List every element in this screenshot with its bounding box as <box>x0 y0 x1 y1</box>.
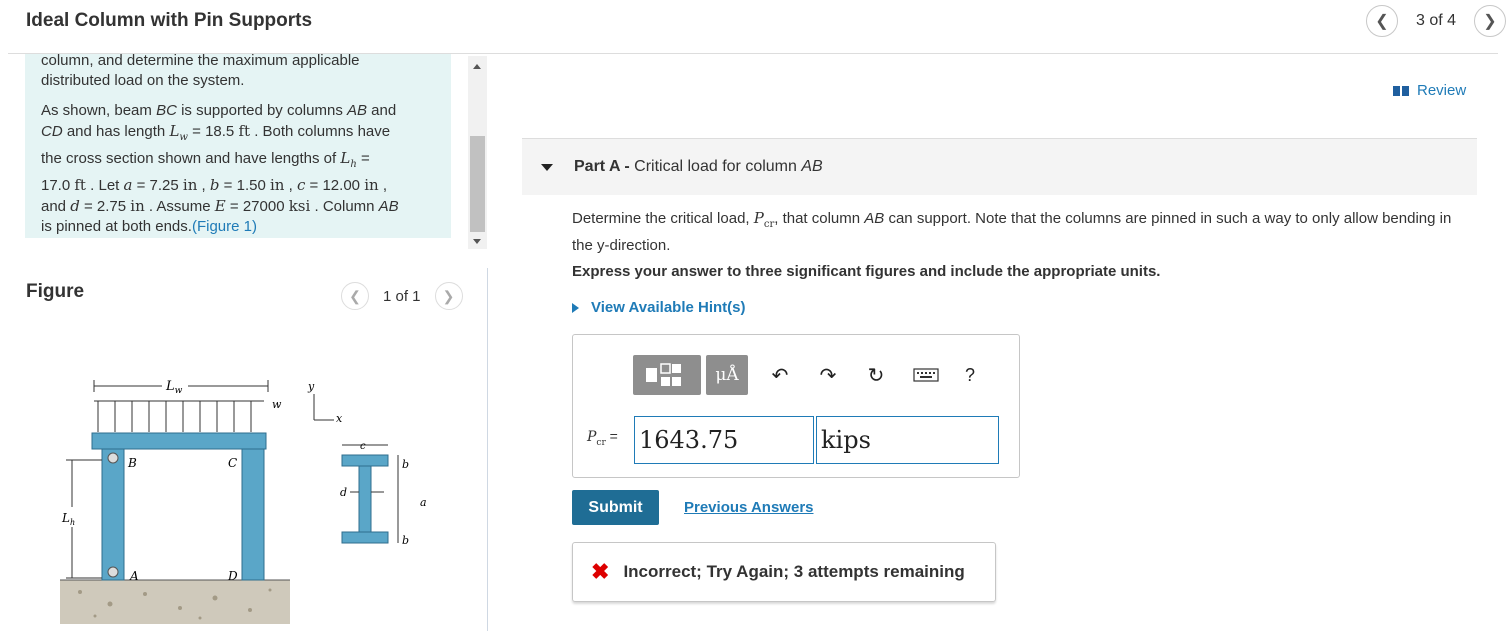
b-dim-label-top: b <box>402 458 409 471</box>
panel-divider <box>487 268 488 631</box>
value-input[interactable]: 1643.75 <box>634 416 814 464</box>
scroll-up-arrow-icon[interactable] <box>473 64 481 69</box>
d-dim-label: d <box>340 486 347 499</box>
column-ab <box>101 448 125 581</box>
submit-button[interactable]: Submit <box>572 490 659 525</box>
pcr-label: Pcr = <box>587 428 618 448</box>
undo-icon[interactable]: ↶ <box>767 362 793 388</box>
view-hints-link[interactable]: View Available Hint(s) <box>572 299 746 316</box>
scroll-down-arrow-icon[interactable] <box>473 239 481 244</box>
y-axis-label: y <box>307 380 315 393</box>
part-a-header[interactable]: Part A - Critical load for column AB <box>522 139 1477 195</box>
point-a-label: A <box>129 569 139 583</box>
column-figure: Lw w y x B C A D Lh c b a b d <box>60 376 427 624</box>
part-a-title: Part A - Critical load for column AB <box>574 158 823 175</box>
figure-page-label: 1 of 1 <box>383 287 421 305</box>
expand-triangle-icon <box>572 302 579 313</box>
prev-figure-button[interactable]: ❮ <box>341 282 369 310</box>
intro-line: distributed load on the system. <box>41 72 245 89</box>
x-axis-label: x <box>336 412 343 425</box>
point-c-label: C <box>228 456 237 470</box>
chevron-left-icon: ❮ <box>349 287 361 304</box>
scrollbar-thumb[interactable] <box>470 136 485 232</box>
answer-input-box: μÅ ↶ ↷ ↻ ? Pcr = 1643.75 kips <box>572 334 1020 478</box>
problem-intro-panel[interactable]: column, and determine the maximum applic… <box>25 54 451 238</box>
figure-pager: ❮ 1 of 1 ❯ <box>341 282 463 310</box>
prev-item-button[interactable]: ❮ <box>1365 5 1398 37</box>
reset-icon[interactable]: ↻ <box>863 362 889 388</box>
review-link[interactable]: Review <box>1393 82 1466 99</box>
beam-bc <box>91 432 267 450</box>
chevron-right-icon: ❯ <box>1483 13 1497 30</box>
question-text: Determine the critical load, Pcr, that c… <box>572 209 1452 254</box>
figure-heading: Figure <box>26 281 85 302</box>
intro-line: column, and determine the maximum applic… <box>41 54 360 69</box>
a-dim-label: a <box>420 496 427 509</box>
help-button[interactable]: ? <box>957 362 983 388</box>
distributed-load <box>94 400 264 432</box>
intro-paragraph-1: column, and determine the maximum applic… <box>41 54 435 91</box>
column-cd <box>241 448 265 581</box>
feedback-message: Incorrect; Try Again; 3 attempts remaini… <box>623 562 965 581</box>
chevron-left-icon: ❮ <box>1375 13 1389 30</box>
intro-paragraph-2: As shown, beam BC is supported by column… <box>41 102 399 235</box>
units-button[interactable]: μÅ <box>706 355 748 395</box>
answer-instruction: Express your answer to three significant… <box>572 263 1161 280</box>
previous-answers-link[interactable]: Previous Answers <box>684 499 814 516</box>
chevron-right-icon: ❯ <box>442 287 455 304</box>
figure-link[interactable]: (Figure 1) <box>192 218 257 235</box>
b-dim-label-bottom: b <box>402 534 409 547</box>
review-label: Review <box>1417 82 1467 99</box>
w-label: w <box>272 398 282 411</box>
hint-label: View Available Hint(s) <box>591 299 746 316</box>
templates-button[interactable] <box>633 355 701 395</box>
intro-scrollbar[interactable] <box>468 56 487 249</box>
page-title: Ideal Column with Pin Supports <box>26 10 313 31</box>
incorrect-x-icon: ✖ <box>591 559 610 584</box>
point-b-label: B <box>127 456 137 470</box>
feedback-box: ✖ Incorrect; Try Again; 3 attempts remai… <box>572 542 996 602</box>
templates-icon <box>646 363 681 386</box>
keyboard-icon[interactable] <box>911 362 941 388</box>
i-beam-cross-section <box>341 454 389 544</box>
book-icon <box>1393 85 1409 96</box>
next-item-button[interactable]: ❯ <box>1474 5 1506 37</box>
next-figure-button[interactable]: ❯ <box>434 282 463 310</box>
collapse-triangle-icon <box>541 163 553 171</box>
c-dim-label: c <box>360 441 366 452</box>
redo-icon[interactable]: ↷ <box>815 362 841 388</box>
point-d-label: D <box>227 569 238 583</box>
units-input[interactable]: kips <box>816 416 999 464</box>
item-page-label: 3 of 4 <box>1415 12 1456 29</box>
item-pager: ❮ 3 of 4 ❯ <box>1365 5 1506 37</box>
